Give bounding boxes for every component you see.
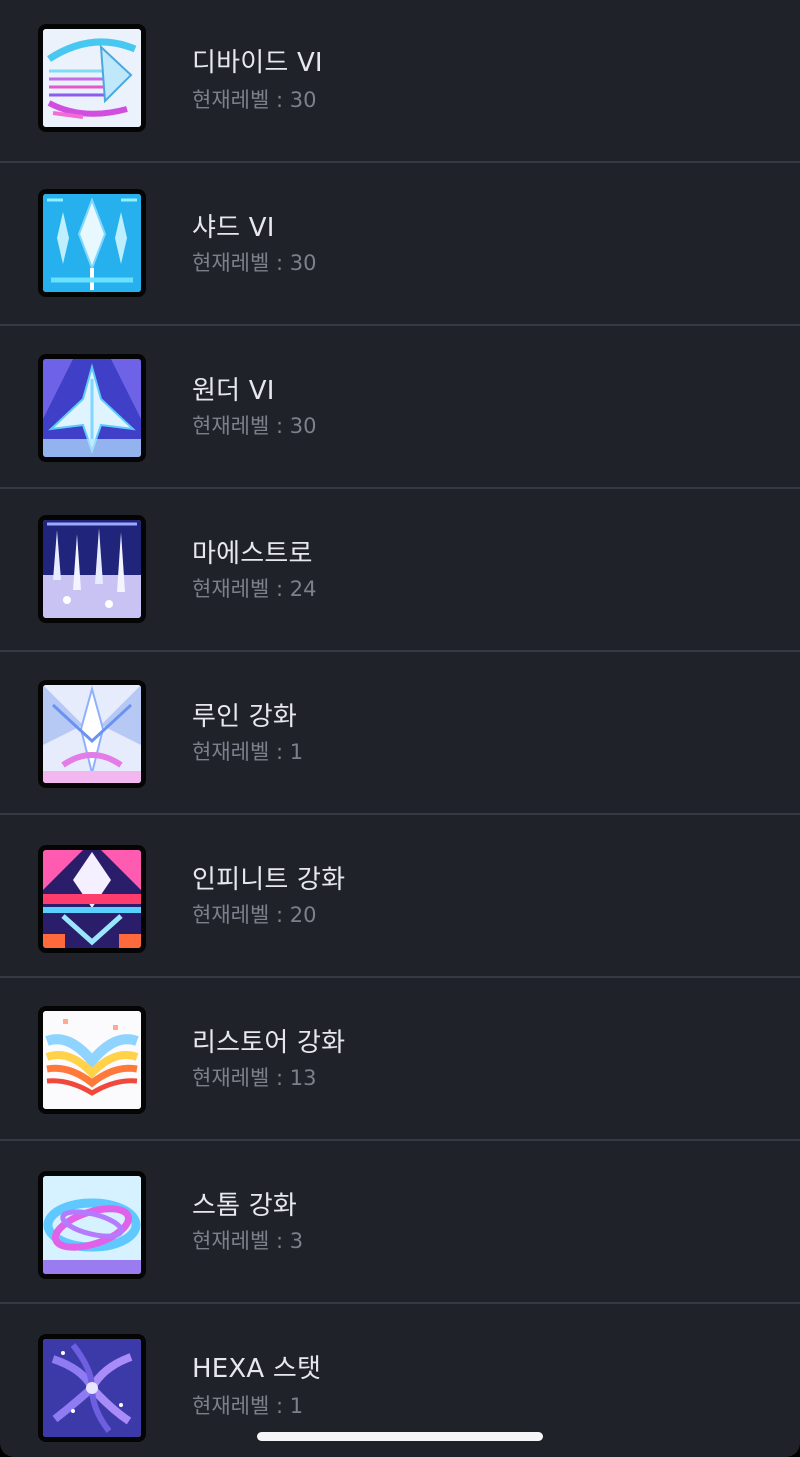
level-label: 현재레벨 : (192, 1394, 290, 1418)
skill-level: 현재레벨 : 13 (192, 1062, 316, 1092)
level-label: 현재레벨 : (192, 414, 290, 438)
skill-level: 현재레벨 : 20 (192, 899, 316, 929)
list-item[interactable]: 디바이드 VI 현재레벨 : 30 (0, 0, 800, 163)
level-value: 1 (289, 1394, 304, 1418)
infinite-skill-icon-art (43, 850, 141, 948)
list-item[interactable]: 원더 VI 현재레벨 : 30 (0, 326, 800, 489)
ruin-skill-icon (38, 680, 146, 788)
skill-list: 디바이드 VI 현재레벨 : 30 샤드 VI 현재레벨 : 30 원더 VI … (0, 0, 800, 1457)
divide-skill-icon (38, 24, 146, 132)
level-label: 현재레벨 : (192, 1066, 290, 1090)
level-value: 1 (289, 740, 304, 764)
wonder-skill-icon-art (43, 359, 141, 457)
skill-name: HEXA 스탯 (192, 1354, 322, 1384)
storm-skill-icon (38, 1171, 146, 1279)
level-value: 30 (289, 414, 317, 438)
skill-name: 원더 VI (192, 376, 275, 406)
skill-level: 현재레벨 : 30 (192, 84, 316, 114)
list-item[interactable]: 루인 강화 현재레벨 : 1 (0, 652, 800, 815)
skill-name: 스톰 강화 (192, 1191, 297, 1221)
level-label: 현재레벨 : (192, 740, 290, 764)
storm-skill-icon-art (43, 1176, 141, 1274)
skill-list-screen: 디바이드 VI 현재레벨 : 30 샤드 VI 현재레벨 : 30 원더 VI … (0, 0, 800, 1457)
level-value: 24 (289, 577, 317, 601)
level-value: 3 (289, 1229, 304, 1253)
shard-skill-icon (38, 189, 146, 297)
list-item[interactable]: 인피니트 강화 현재레벨 : 20 (0, 815, 800, 978)
level-value: 13 (289, 1066, 317, 1090)
skill-level: 현재레벨 : 1 (192, 736, 303, 766)
level-label: 현재레벨 : (192, 1229, 290, 1253)
skill-name: 루인 강화 (192, 702, 297, 732)
level-value: 20 (289, 903, 317, 927)
infinite-skill-icon (38, 845, 146, 953)
skill-name: 인피니트 강화 (192, 865, 346, 895)
level-value: 30 (289, 251, 317, 275)
ruin-skill-icon-art (43, 685, 141, 783)
home-indicator[interactable] (257, 1432, 543, 1441)
hexa-stat-icon (38, 1334, 146, 1442)
level-label: 현재레벨 : (192, 251, 290, 275)
maestro-skill-icon-art (43, 520, 141, 618)
skill-name: 마에스트로 (192, 539, 313, 569)
skill-name: 샤드 VI (192, 213, 275, 243)
wonder-skill-icon (38, 354, 146, 462)
list-item[interactable]: 스톰 강화 현재레벨 : 3 (0, 1141, 800, 1304)
skill-name: 디바이드 VI (192, 48, 323, 78)
maestro-skill-icon (38, 515, 146, 623)
skill-level: 현재레벨 : 3 (192, 1225, 303, 1255)
level-label: 현재레벨 : (192, 88, 290, 112)
skill-level: 현재레벨 : 1 (192, 1390, 303, 1420)
restore-skill-icon-art (43, 1011, 141, 1109)
list-item[interactable]: 샤드 VI 현재레벨 : 30 (0, 163, 800, 326)
divide-skill-icon-art (43, 29, 141, 127)
restore-skill-icon (38, 1006, 146, 1114)
level-value: 30 (289, 88, 317, 112)
level-label: 현재레벨 : (192, 577, 290, 601)
shard-skill-icon-art (43, 194, 141, 292)
skill-name: 리스토어 강화 (192, 1028, 346, 1058)
skill-level: 현재레벨 : 30 (192, 247, 316, 277)
level-label: 현재레벨 : (192, 903, 290, 927)
list-item[interactable]: 리스토어 강화 현재레벨 : 13 (0, 978, 800, 1141)
hexa-stat-icon-art (43, 1339, 141, 1437)
skill-level: 현재레벨 : 24 (192, 573, 316, 603)
skill-level: 현재레벨 : 30 (192, 410, 316, 440)
list-item[interactable]: 마에스트로 현재레벨 : 24 (0, 489, 800, 652)
